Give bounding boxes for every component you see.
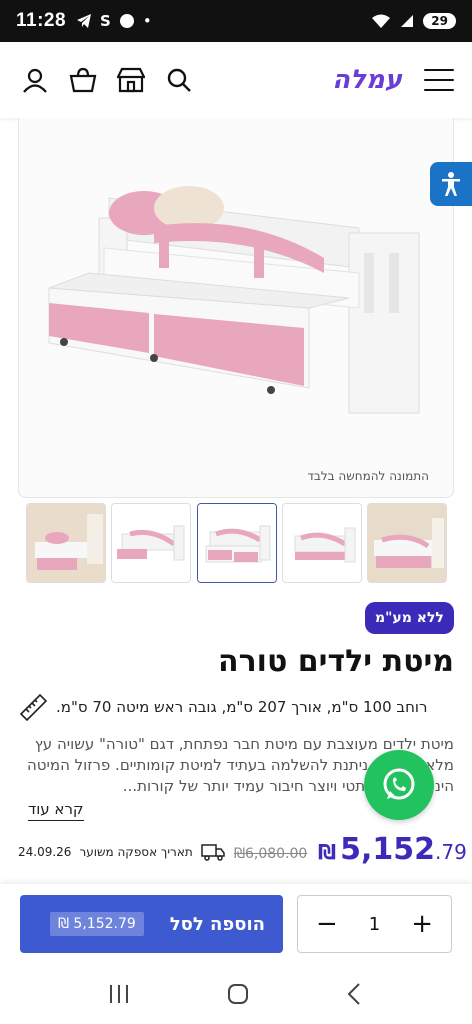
product-title: מיטת ילדים טורה (218, 644, 454, 679)
decrease-quantity-button[interactable]: − (316, 911, 338, 937)
increase-quantity-button[interactable]: + (411, 911, 433, 937)
notification-icons: S • (76, 12, 152, 30)
thumbnail-image[interactable] (26, 503, 106, 583)
hamburger-menu-icon[interactable] (424, 65, 454, 95)
battery-indicator: 29 (423, 13, 456, 29)
current-price: ₪ 5,152 .79 (318, 832, 467, 867)
s-icon: S (100, 12, 111, 30)
bed-illustration (48, 186, 420, 414)
accessibility-icon (442, 172, 460, 196)
search-icon[interactable] (162, 63, 196, 97)
signal-icon (401, 15, 414, 27)
old-price: ₪6,080.00 (234, 846, 308, 862)
add-to-cart-label: הוספה לסל (169, 913, 265, 935)
thumbnail-image[interactable] (281, 503, 362, 583)
account-icon[interactable] (18, 63, 52, 97)
no-vat-badge: ללא מע"מ (365, 602, 454, 634)
home-icon[interactable] (226, 982, 250, 1006)
price-decimal: .79 (435, 840, 467, 864)
whatsapp-button[interactable] (364, 750, 434, 820)
thumbnail-strip (26, 503, 447, 583)
quantity-stepper: − 1 + (297, 895, 452, 953)
accessibility-button[interactable] (430, 162, 472, 206)
truck-icon (201, 844, 225, 861)
price-integer: 5,152 (340, 832, 435, 867)
site-header: עמלה (0, 42, 472, 118)
telegram-icon (77, 14, 92, 28)
recent-apps-icon[interactable] (107, 983, 131, 1005)
quantity-value[interactable]: 1 (369, 914, 380, 935)
image-caption: התמונה להמחשה בלבד (307, 469, 429, 483)
back-icon[interactable] (345, 982, 365, 1006)
status-bar: 11:28 S • 29 (0, 0, 472, 42)
thumbnail-image[interactable] (367, 503, 447, 583)
wifi-icon (372, 14, 391, 28)
system-nav-bar (0, 964, 472, 1024)
delivery-info: 24.09.26 תאריך אספקה משוער (18, 843, 225, 861)
store-icon[interactable] (114, 63, 148, 97)
whatsapp-icon (383, 768, 415, 800)
site-logo[interactable]: עמלה (332, 65, 402, 95)
thumbnail-image[interactable] (111, 503, 192, 583)
product-main-image[interactable]: התמונה להמחשה בלבד (18, 118, 454, 498)
thumbnail-image-selected[interactable] (196, 503, 277, 583)
product-dimensions: רוחב 100 ס"מ, אורך 207 ס"מ, גובה ראש מיט… (18, 692, 454, 722)
dot-icon: • (142, 12, 152, 30)
read-more-link[interactable]: קרא עוד (28, 800, 84, 821)
delivery-date: 24.09.26 (18, 845, 72, 859)
cart-price-chip: ₪ 5,152.79 (50, 912, 144, 936)
status-time: 11:28 (16, 10, 67, 31)
delivery-label: תאריך אספקה משוער (79, 845, 193, 859)
dimensions-text: רוחב 100 ס"מ, אורך 207 ס"מ, גובה ראש מיט… (56, 698, 428, 716)
cart-icon[interactable] (66, 63, 100, 97)
add-to-cart-button[interactable]: ₪ 5,152.79 הוספה לסל (20, 895, 283, 953)
ruler-icon (19, 693, 48, 722)
app-icon (119, 14, 134, 28)
price-currency: ₪ (318, 840, 337, 864)
